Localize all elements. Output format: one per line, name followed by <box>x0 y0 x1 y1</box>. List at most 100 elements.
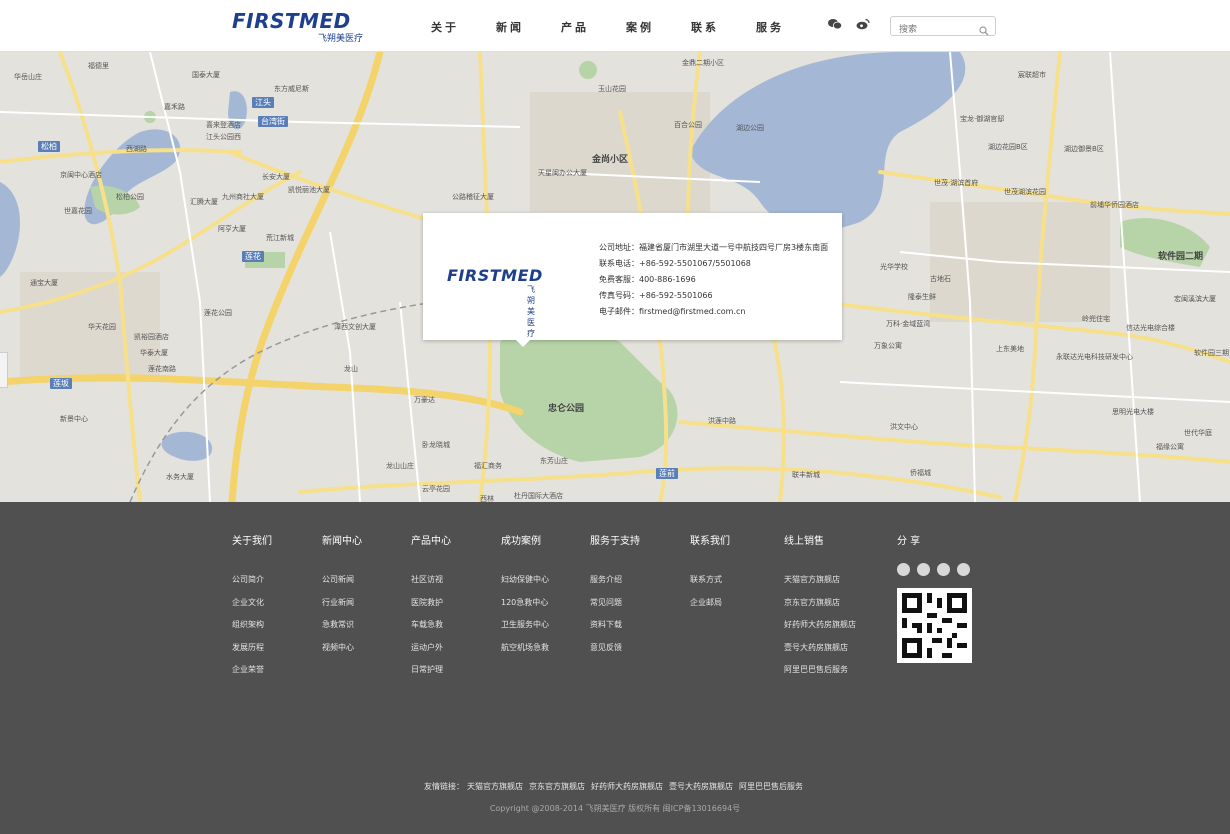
footer-link[interactable]: 运动户外 <box>411 637 451 660</box>
footer-link[interactable]: 120急救中心 <box>501 592 549 615</box>
map-label: 金鼎二期小区 <box>682 59 724 67</box>
friend-link[interactable]: 天猫官方旗舰店 <box>467 782 523 791</box>
map-label: 玉山花园 <box>598 85 626 93</box>
footer-link[interactable]: 车载急救 <box>411 614 451 637</box>
tmall-icon[interactable] <box>897 563 910 576</box>
footer-link[interactable]: 医院救护 <box>411 592 451 615</box>
company-info-popup: FIRSTMED 飞朔美医疗 公司地址：福建省厦门市湖里大道一号中航技四号厂房3… <box>423 213 842 340</box>
friend-link[interactable]: 阿里巴巴售后服务 <box>739 782 803 791</box>
popup-hotline: 免费客服：400-886-1696 <box>599 275 696 284</box>
footer-link[interactable]: 资料下载 <box>590 614 640 637</box>
search-icon[interactable] <box>979 21 989 40</box>
footer-link[interactable]: 京东官方旗舰店 <box>784 592 856 615</box>
footer-link[interactable]: 急救常识 <box>322 614 362 637</box>
footer-link[interactable]: 发展历程 <box>232 637 272 660</box>
map-label: 岭兜住宅 <box>1082 315 1110 323</box>
taobao-icon[interactable] <box>917 563 930 576</box>
weibo-icon[interactable] <box>937 563 950 576</box>
nav-about[interactable]: 关于 <box>420 19 485 35</box>
map-label: 东方威尼斯 <box>274 85 309 93</box>
footer-heading: 成功案例 <box>501 536 541 547</box>
footer-heading: 关于我们 <box>232 536 272 547</box>
footer-link[interactable]: 视频中心 <box>322 637 362 660</box>
footer-col-cases: 成功案例 妇幼保健中心 120急救中心 卫生服务中心 航空机场急救 <box>501 532 549 659</box>
wechat-icon[interactable] <box>957 563 970 576</box>
footer-link[interactable]: 企业荣誉 <box>232 659 272 682</box>
footer-col-products: 产品中心 社区访视 医院救护 车载急救 运动户外 日常护理 <box>411 532 451 682</box>
footer-col-about: 关于我们 公司简介 企业文化 组织架构 发展历程 企业荣誉 <box>232 532 272 682</box>
map-label: 信达光电综合楼 <box>1126 324 1175 332</box>
footer-link[interactable]: 企业文化 <box>232 592 272 615</box>
map-label: 世嘉花园 <box>64 207 92 215</box>
popup-phone: 联系电话：+86-592-5501067/5501068 <box>599 259 751 268</box>
footer-link[interactable]: 壹号大药房旗舰店 <box>784 637 856 660</box>
map-label: 阿亨大厦 <box>218 225 246 233</box>
map-label: 京闽中心酒店 <box>60 171 102 179</box>
main-nav: 关于 新闻 产品 案例 联系 服务 <box>420 19 810 35</box>
qr-code-image <box>902 593 967 658</box>
map-label: 嘉禾路 <box>164 103 185 111</box>
nav-cases[interactable]: 案例 <box>615 19 680 35</box>
search-input[interactable] <box>891 21 971 39</box>
footer-link[interactable]: 常见问题 <box>590 592 640 615</box>
map-label: 杜丹国际大酒店 <box>514 492 563 500</box>
nav-service[interactable]: 服务 <box>745 19 810 35</box>
popup-pointer <box>515 339 531 347</box>
footer-link[interactable]: 企业邮局 <box>690 592 730 615</box>
map-label: 福缘公寓 <box>1156 443 1184 451</box>
map-label: 龙山 <box>344 365 358 373</box>
friend-link[interactable]: 壹号大药房旗舰店 <box>669 782 733 791</box>
footer-link[interactable]: 意见反馈 <box>590 637 640 660</box>
map-label: 宸联超市 <box>1018 71 1046 79</box>
map-label: 喜来登酒店 <box>206 121 241 129</box>
search-box <box>890 16 996 39</box>
map-label: 软件园二期 <box>1158 252 1204 262</box>
map-label: 古地石 <box>930 275 951 283</box>
map-label: 联丰新城 <box>792 471 820 479</box>
map-label: 福德里 <box>88 62 109 70</box>
footer-link[interactable]: 卫生服务中心 <box>501 614 549 637</box>
map-label: 洪莲中路 <box>708 417 736 425</box>
footer-link[interactable]: 航空机场急救 <box>501 637 549 660</box>
map-label: 天星闽办公大厦 <box>538 169 587 177</box>
map-label: 侨福城 <box>910 469 931 477</box>
footer-heading: 服务于支持 <box>590 536 640 547</box>
site-logo[interactable]: FIRSTMED 飞朔美医疗 <box>232 9 372 44</box>
footer-link[interactable]: 服务介绍 <box>590 569 640 592</box>
friend-link[interactable]: 京东官方旗舰店 <box>529 782 585 791</box>
popup-email[interactable]: 电子邮件：firstmed@firstmed.com.cn <box>599 304 828 320</box>
footer-heading: 联系我们 <box>690 536 730 547</box>
nav-news[interactable]: 新闻 <box>485 19 550 35</box>
share-icons <box>897 563 972 576</box>
footer-link[interactable]: 组织架构 <box>232 614 272 637</box>
nav-contact[interactable]: 联系 <box>680 19 745 35</box>
map-chip: 台湾街 <box>258 116 288 127</box>
footer-link[interactable]: 阿里巴巴售后服务 <box>784 659 856 682</box>
map-label: 湖边御景B区 <box>1064 145 1104 153</box>
map-label: 世茂湖滨花园 <box>1004 188 1046 196</box>
map-label: 凯悦丽池大厦 <box>288 186 330 194</box>
map-label: 西湖路 <box>126 145 147 153</box>
footer-link[interactable]: 公司新闻 <box>322 569 362 592</box>
footer-link[interactable]: 社区访视 <box>411 569 451 592</box>
weibo-icon[interactable] <box>856 18 870 30</box>
footer-link[interactable]: 公司简介 <box>232 569 272 592</box>
friend-link[interactable]: 好药师大药房旗舰店 <box>591 782 663 791</box>
map-side-toggle[interactable] <box>0 352 8 388</box>
map-chip: 莲坂 <box>50 378 72 389</box>
site-header: FIRSTMED 飞朔美医疗 关于 新闻 产品 案例 联系 服务 <box>0 0 1230 52</box>
map-label: 忠仑公园 <box>548 404 585 414</box>
map-label: 长安大厦 <box>262 173 290 181</box>
footer-link[interactable]: 联系方式 <box>690 569 730 592</box>
footer-link[interactable]: 行业新闻 <box>322 592 362 615</box>
map-chip: 江头 <box>252 97 274 108</box>
map-label: 宏闽溪滨大厦 <box>1174 295 1216 303</box>
footer-link[interactable]: 日常护理 <box>411 659 451 682</box>
map-label: 公路稽征大厦 <box>452 193 494 201</box>
footer-link[interactable]: 妇幼保健中心 <box>501 569 549 592</box>
footer-link[interactable]: 好药师大药房旗舰店 <box>784 614 856 637</box>
footer-link[interactable]: 天猫官方旗舰店 <box>784 569 856 592</box>
nav-products[interactable]: 产品 <box>550 19 615 35</box>
popup-fax: 传真号码：+86-592-5501066 <box>599 291 713 300</box>
wechat-icon[interactable] <box>828 18 842 30</box>
